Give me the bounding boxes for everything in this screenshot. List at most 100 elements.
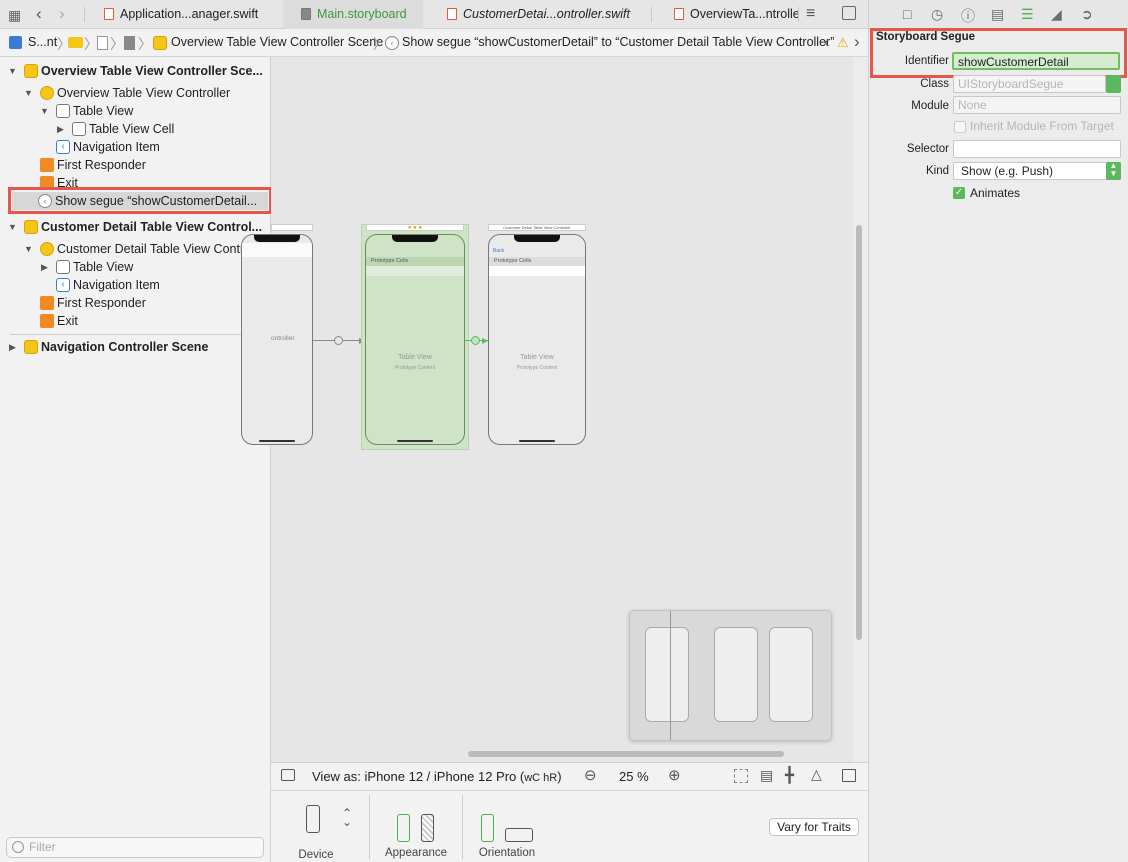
module-field[interactable]: None bbox=[953, 96, 1121, 114]
outline-first-responder-2[interactable]: First Responder bbox=[57, 294, 146, 312]
connections-inspector-icon[interactable]: ➲ bbox=[1081, 6, 1093, 23]
customer-detail-table-view-controller-scene[interactable]: Back Prototype Cells Table View Prototyp… bbox=[488, 234, 586, 445]
outline-table-view-cell[interactable]: Table View Cell bbox=[89, 120, 174, 138]
identity-inspector-icon[interactable]: ▤ bbox=[991, 6, 1004, 23]
outline-scene-customer-detail[interactable]: Customer Detail Table View Control... bbox=[41, 218, 262, 236]
breadcrumb-scene[interactable]: Overview Table View Controller Scene bbox=[171, 35, 383, 49]
add-editor-icon[interactable] bbox=[842, 6, 856, 20]
disclosure-open-icon[interactable]: ▼ bbox=[24, 88, 33, 98]
outline-exit-2[interactable]: Exit bbox=[57, 312, 78, 330]
outline-navigation-item[interactable]: Navigation Item bbox=[73, 138, 160, 156]
outline-overview-vc[interactable]: Overview Table View Controller bbox=[57, 84, 230, 102]
class-field[interactable]: UIStoryboardSegue bbox=[953, 75, 1106, 93]
tab-main-storyboard[interactable]: Main.storyboard bbox=[283, 0, 423, 29]
inspector-tabs: □ ◷ ⓘ ▤ ☰ ◢ ➲ bbox=[869, 0, 1128, 29]
canvas-horizontal-scrollbar[interactable] bbox=[468, 751, 784, 757]
disclosure-closed-icon[interactable]: ▶ bbox=[9, 342, 16, 353]
editor-options-icon[interactable]: ≡ bbox=[806, 5, 815, 23]
inherit-module-checkbox[interactable] bbox=[954, 121, 966, 133]
minimap-viewport-edge bbox=[670, 611, 671, 740]
scene-dock[interactable]: ● ● ● bbox=[366, 224, 464, 231]
table-view-label: Table View bbox=[398, 354, 432, 361]
project-icon[interactable] bbox=[9, 36, 22, 49]
device-stepper-icon[interactable]: ⌃ ⌄ bbox=[342, 807, 352, 828]
prototype-cells-label: Prototype Cells bbox=[494, 258, 532, 264]
navigation-controller-scene[interactable]: ontroller bbox=[241, 234, 313, 445]
table-cell-icon bbox=[72, 122, 86, 136]
zoom-out-icon[interactable]: ⊖ bbox=[584, 766, 597, 784]
storyboard-base-icon[interactable] bbox=[124, 36, 135, 50]
resolve-issues-icon[interactable]: △ bbox=[811, 766, 822, 783]
outline-table-view-2[interactable]: Table View bbox=[73, 258, 133, 276]
update-frames-icon[interactable] bbox=[734, 769, 748, 783]
grid-icon[interactable]: ▦ bbox=[8, 7, 21, 24]
attributes-inspector-icon[interactable]: ☰ bbox=[1021, 6, 1034, 23]
kind-select[interactable]: Show (e.g. Push) bbox=[953, 162, 1121, 180]
first-responder-icon bbox=[40, 296, 54, 310]
next-issue-icon[interactable]: › bbox=[854, 32, 860, 52]
animates-label: Animates bbox=[970, 186, 1021, 200]
device-phone-icon[interactable] bbox=[306, 805, 320, 833]
zoom-in-icon[interactable]: ⊕ bbox=[668, 766, 681, 784]
toggle-outline-icon[interactable] bbox=[281, 769, 295, 781]
table-view-icon bbox=[56, 260, 70, 274]
scene-title-bar bbox=[271, 224, 313, 231]
relationship-segue-icon[interactable] bbox=[334, 336, 343, 345]
outline-filter-input[interactable]: Filter bbox=[6, 837, 264, 858]
disclosure-open-icon[interactable]: ▼ bbox=[8, 222, 17, 232]
landscape-orientation-icon[interactable] bbox=[505, 828, 533, 842]
disclosure-open-icon[interactable]: ▼ bbox=[8, 66, 17, 76]
document-outline: ▼ Overview Table View Controller Sce... … bbox=[0, 57, 272, 862]
breadcrumb-chevron-icon: 〉 bbox=[110, 36, 124, 52]
overview-table-view-controller-scene[interactable]: Prototype Cells Table View Prototype Con… bbox=[365, 234, 465, 445]
breadcrumb-segue[interactable]: Show segue “showCustomerDetail” to “Cust… bbox=[402, 35, 834, 49]
device-configuration-panel: ⌃ ⌄ Device Appearance Orientation Vary fo… bbox=[271, 790, 868, 862]
disclosure-closed-icon[interactable]: ▶ bbox=[57, 124, 64, 135]
outline-navigation-item-2[interactable]: Navigation Item bbox=[73, 276, 160, 294]
tab-overview-controller[interactable]: OverviewTa...ntroller bbox=[674, 0, 798, 29]
kind-stepper-icon[interactable]: ▲ ▼ bbox=[1106, 162, 1121, 180]
selector-field[interactable] bbox=[953, 140, 1121, 158]
storyboard-file-icon[interactable] bbox=[97, 36, 108, 50]
history-inspector-icon[interactable]: ◷ bbox=[931, 6, 943, 23]
canvas-minimap[interactable] bbox=[629, 610, 832, 741]
outline-scene-overview[interactable]: Overview Table View Controller Sce... bbox=[41, 62, 263, 80]
forward-arrow-icon[interactable]: › bbox=[59, 4, 65, 24]
quick-help-icon[interactable]: ⓘ bbox=[961, 6, 975, 26]
navigation-item-icon: ‹ bbox=[56, 278, 70, 292]
outline-customer-detail-vc[interactable]: Customer Detail Table View Contr... bbox=[57, 240, 254, 258]
divider bbox=[369, 795, 370, 859]
file-inspector-icon[interactable]: □ bbox=[903, 6, 911, 22]
animates-checkbox[interactable]: ✓ bbox=[953, 187, 965, 199]
light-appearance-icon[interactable] bbox=[397, 814, 410, 842]
breadcrumb-project[interactable]: S...nt bbox=[28, 35, 57, 49]
view-as-label[interactable]: View as: iPhone 12 / iPhone 12 Pro (wC h… bbox=[312, 769, 562, 784]
folder-icon[interactable] bbox=[68, 37, 83, 48]
disclosure-closed-icon[interactable]: ▶ bbox=[41, 262, 48, 273]
previous-issue-icon[interactable]: ‹ bbox=[824, 32, 830, 52]
align-icon[interactable]: ▤ bbox=[760, 767, 773, 784]
table-view-icon bbox=[56, 104, 70, 118]
class-arrow-button[interactable] bbox=[1106, 75, 1121, 93]
disclosure-open-icon[interactable]: ▼ bbox=[40, 106, 49, 116]
add-constraints-icon[interactable]: ╋ bbox=[785, 766, 794, 784]
warning-icon[interactable]: ⚠ bbox=[837, 35, 849, 51]
dark-appearance-icon[interactable] bbox=[421, 814, 434, 842]
portrait-orientation-icon[interactable] bbox=[481, 814, 494, 842]
outline-scene-navigation[interactable]: Navigation Controller Scene bbox=[41, 338, 208, 356]
selector-label: Selector bbox=[906, 143, 949, 155]
tab-application-manager[interactable]: Application...anager.swift bbox=[104, 0, 284, 29]
size-inspector-icon[interactable]: ◢ bbox=[1051, 6, 1062, 23]
outline-table-view[interactable]: Table View bbox=[73, 102, 133, 120]
filter-icon bbox=[12, 841, 24, 853]
tab-customer-detail-controller[interactable]: CustomerDetai...ontroller.swift bbox=[447, 0, 647, 29]
disclosure-open-icon[interactable]: ▼ bbox=[24, 244, 33, 254]
canvas-vertical-scrollbar[interactable] bbox=[856, 225, 862, 640]
zoom-level[interactable]: 25 % bbox=[619, 769, 649, 784]
outline-first-responder[interactable]: First Responder bbox=[57, 156, 146, 174]
back-arrow-icon[interactable]: ‹ bbox=[36, 4, 42, 24]
embed-in-icon[interactable] bbox=[842, 769, 856, 782]
vary-for-traits-button[interactable]: Vary for Traits bbox=[769, 818, 859, 836]
breadcrumb-chevron-icon: 〉 bbox=[138, 36, 152, 52]
show-segue-selected-icon[interactable] bbox=[471, 336, 480, 345]
